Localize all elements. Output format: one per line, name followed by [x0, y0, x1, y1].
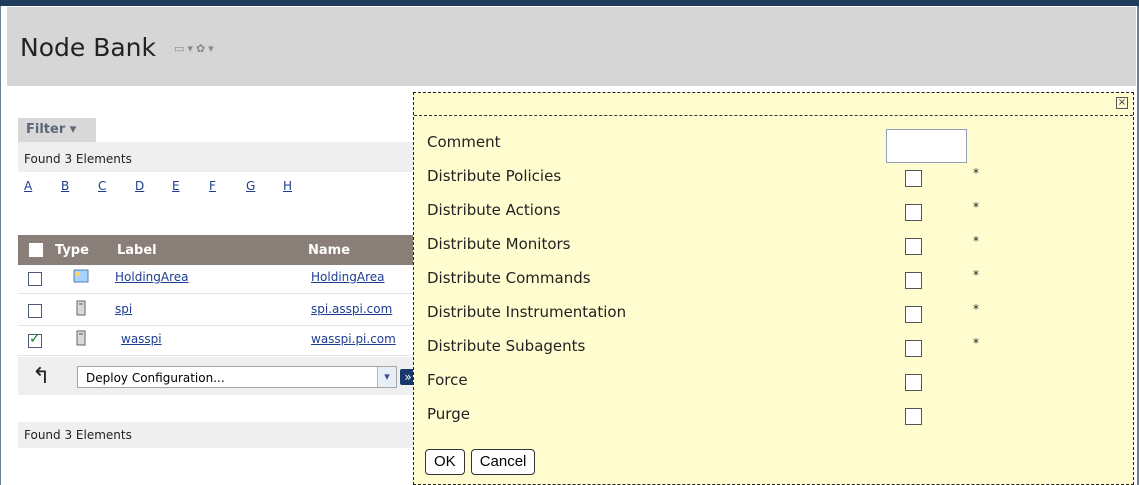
cancel-button[interactable]: Cancel	[470, 449, 536, 475]
field-label: Force	[427, 371, 468, 389]
table-header: Type Label Name	[18, 235, 416, 265]
dropdown-arrow-icon[interactable]: ▾	[187, 42, 193, 55]
table-row: spi spi.asspi.com	[18, 297, 416, 326]
alphabet-filter: A B C D E F G H	[24, 179, 320, 193]
alpha-link-e[interactable]: E	[172, 179, 209, 193]
force-checkbox[interactable]	[905, 374, 922, 391]
type-column-header: Type	[55, 243, 89, 258]
row-name-link[interactable]: HoldingArea	[311, 270, 385, 284]
row-checkbox[interactable]	[28, 272, 42, 286]
deploy-configuration-dialog: × Comment Distribute Policies * Distribu…	[413, 92, 1134, 485]
table-row: wasspi wasspi.pi.com	[18, 327, 416, 356]
title-actions: ▭ ▾ ✿ ▾	[174, 42, 214, 55]
distribute-policies-checkbox[interactable]	[905, 170, 922, 187]
required-marker: *	[973, 336, 979, 350]
row-label-link[interactable]: spi	[115, 302, 132, 316]
dropdown-arrow-icon[interactable]: ▾	[208, 42, 214, 55]
filter-label: Filter	[26, 122, 66, 137]
distribute-instrumentation-checkbox[interactable]	[905, 306, 922, 323]
node-icon	[76, 330, 86, 346]
node-icon	[76, 300, 86, 316]
gear-icon[interactable]: ✿	[196, 42, 205, 55]
dialog-separator	[414, 115, 1133, 116]
field-row: Purge	[427, 405, 1117, 439]
alpha-link-h[interactable]: H	[283, 179, 320, 193]
label-column-header: Label	[117, 243, 157, 258]
alpha-link-b[interactable]: B	[61, 179, 98, 193]
table-row: HoldingArea HoldingArea	[18, 265, 416, 294]
alpha-link-c[interactable]: C	[98, 179, 135, 193]
top-border	[0, 0, 1139, 6]
field-row: Distribute Policies *	[427, 166, 1117, 201]
field-row: Force	[427, 371, 1117, 405]
field-row: Distribute Subagents *	[427, 336, 1117, 371]
alpha-link-f[interactable]: F	[209, 179, 246, 193]
required-marker: *	[973, 166, 979, 180]
row-label-link[interactable]: HoldingArea	[115, 270, 189, 284]
field-row: Distribute Instrumentation *	[427, 302, 1117, 337]
chevron-down-icon[interactable]: ▾	[377, 367, 396, 387]
filter-toggle[interactable]: Filter ▾	[18, 118, 96, 142]
field-row: Distribute Commands *	[427, 268, 1117, 303]
field-row: Distribute Monitors *	[427, 234, 1117, 269]
alpha-link-d[interactable]: D	[135, 179, 172, 193]
action-select[interactable]: Deploy Configuration... ▾	[77, 366, 397, 388]
distribute-monitors-checkbox[interactable]	[905, 238, 922, 255]
dialog-buttons: OK Cancel	[425, 449, 536, 475]
view-icon[interactable]: ▭	[174, 42, 184, 55]
field-label: Distribute Instrumentation	[427, 303, 627, 321]
field-label: Distribute Commands	[427, 269, 591, 287]
row-checkbox[interactable]	[28, 331, 42, 348]
alpha-link-g[interactable]: G	[246, 179, 283, 193]
dialog-fields: Comment Distribute Policies * Distribute…	[427, 129, 1117, 439]
page-title: Node Bank	[20, 33, 156, 62]
field-row: Distribute Actions *	[427, 200, 1117, 235]
row-label-link[interactable]: wasspi	[121, 332, 162, 346]
alpha-link-a[interactable]: A	[24, 179, 61, 193]
field-label: Distribute Subagents	[427, 337, 586, 355]
row-name-link[interactable]: wasspi.pi.com	[311, 332, 396, 346]
row-name-link[interactable]: spi.asspi.com	[311, 302, 392, 316]
field-label: Distribute Monitors	[427, 235, 571, 253]
dropdown-arrow-icon: ▾	[69, 122, 77, 137]
distribute-commands-checkbox[interactable]	[905, 272, 922, 289]
field-row-comment: Comment	[427, 129, 1117, 167]
return-arrow-icon: ↰	[32, 364, 51, 389]
distribute-subagents-checkbox[interactable]	[905, 340, 922, 357]
required-marker: *	[973, 200, 979, 214]
required-marker: *	[973, 234, 979, 248]
row-checkbox[interactable]	[28, 304, 42, 318]
action-select-value: Deploy Configuration...	[86, 371, 225, 385]
bulk-action-bar: ↰ Deploy Configuration... ▾ »	[18, 357, 416, 395]
close-icon[interactable]: ×	[1116, 97, 1128, 109]
found-count-bottom: Found 3 Elements	[24, 428, 132, 442]
name-column-header: Name	[308, 243, 351, 258]
distribute-actions-checkbox[interactable]	[905, 204, 922, 221]
holding-area-icon	[73, 269, 89, 283]
left-border	[0, 6, 1, 485]
ok-button[interactable]: OK	[425, 449, 465, 475]
found-count-top: Found 3 Elements	[24, 152, 132, 166]
purge-checkbox[interactable]	[905, 408, 922, 425]
select-all-checkbox[interactable]	[29, 243, 43, 257]
field-label: Purge	[427, 405, 470, 423]
required-marker: *	[973, 302, 979, 316]
field-label: Distribute Actions	[427, 201, 561, 219]
required-marker: *	[973, 268, 979, 282]
field-label: Distribute Policies	[427, 167, 562, 185]
comment-label: Comment	[427, 133, 501, 151]
comment-input[interactable]	[886, 129, 967, 163]
